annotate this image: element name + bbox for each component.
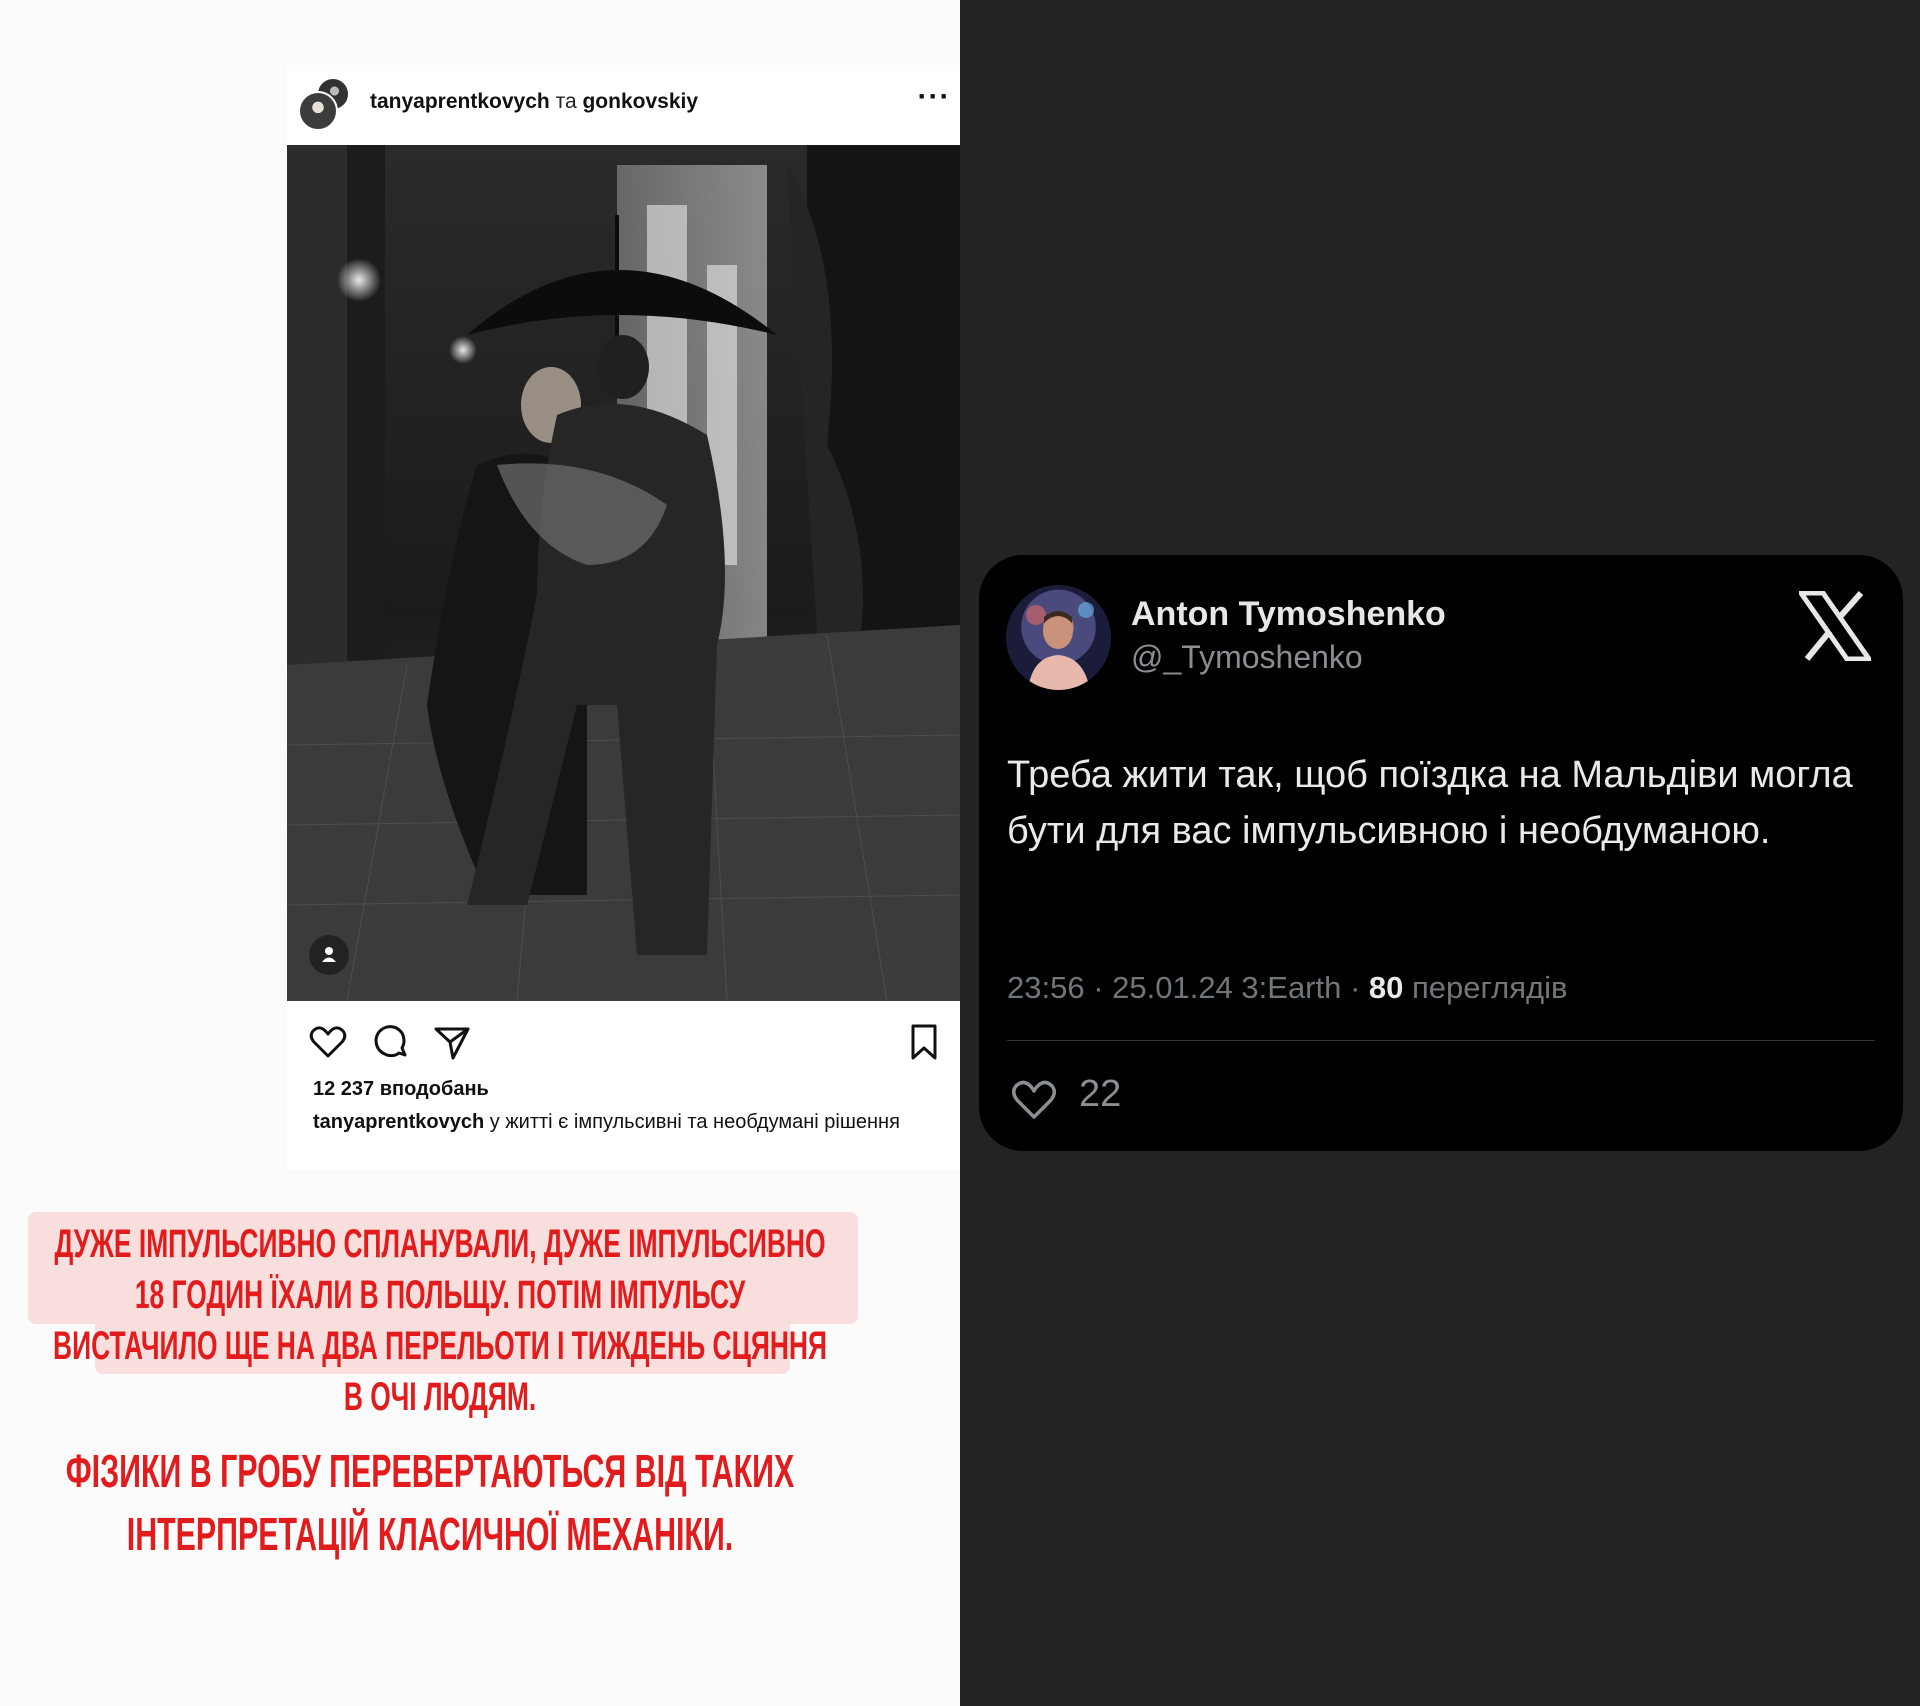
tweet-timestamp[interactable]: 23:56 · 25.01.24 3:Earth · bbox=[1007, 970, 1369, 1005]
collab-avatars[interactable] bbox=[298, 77, 354, 133]
person-tag-icon[interactable] bbox=[309, 935, 349, 975]
comment-icon[interactable] bbox=[369, 1021, 411, 1063]
bookmark-icon[interactable] bbox=[903, 1021, 945, 1063]
caption-text: у житті є імпульсивні та необдумані ріше… bbox=[484, 1111, 900, 1133]
views-count: 80 bbox=[1368, 970, 1404, 1005]
heart-icon[interactable] bbox=[307, 1021, 349, 1063]
instagram-post: tanyaprentkovych та gonkovskiy ··· 12 23… bbox=[287, 65, 960, 1170]
x-logo-icon[interactable] bbox=[1796, 590, 1874, 662]
tweet-card[interactable]: Anton Tymoshenko @_Tymoshenko Треба жити… bbox=[979, 555, 1903, 1151]
author-link-2[interactable]: gonkovskiy bbox=[582, 90, 698, 113]
story-panel: tanyaprentkovych та gonkovskiy ··· 12 23… bbox=[0, 0, 960, 1706]
couple-umbrella-photo bbox=[287, 145, 960, 1001]
avatar[interactable] bbox=[1006, 585, 1111, 690]
tweet-text: Треба жити так, щоб поїздка на Мальдіви … bbox=[1007, 754, 1853, 852]
like-heart-icon[interactable] bbox=[1009, 1075, 1059, 1125]
post-actions bbox=[287, 1001, 960, 1081]
author-handle[interactable]: @_Tymoshenko bbox=[1131, 639, 1363, 676]
story-comment-2: фізики в гробу перевертаються від таких … bbox=[65, 1445, 795, 1560]
author-conjunction: та bbox=[555, 90, 577, 113]
post-header: tanyaprentkovych та gonkovskiy ··· bbox=[287, 65, 960, 145]
views-label: переглядів bbox=[1403, 970, 1568, 1005]
post-authors: tanyaprentkovych та gonkovskiy bbox=[370, 90, 698, 114]
divider bbox=[1007, 1040, 1875, 1041]
more-dots-icon[interactable]: ··· bbox=[916, 82, 952, 119]
tweet-meta: 23:56 · 25.01.24 3:Earth · 80 переглядів bbox=[1007, 970, 1567, 1006]
like-count: 22 bbox=[1079, 1073, 1122, 1115]
author-name[interactable]: Anton Tymoshenko bbox=[1131, 595, 1446, 634]
share-icon[interactable] bbox=[431, 1021, 473, 1063]
story-comment-1: дуже імпульсивно спланували, дуже імпуль… bbox=[53, 1222, 827, 1419]
post-caption: tanyaprentkovych у житті є імпульсивні т… bbox=[313, 1109, 943, 1136]
likes-count[interactable]: 12 237 вподобань bbox=[313, 1078, 489, 1101]
avatar-tanyaprentkovych[interactable] bbox=[298, 91, 338, 131]
caption-username[interactable]: tanyaprentkovych bbox=[313, 1111, 484, 1133]
author-link-1[interactable]: tanyaprentkovych bbox=[370, 90, 550, 113]
post-photo[interactable] bbox=[287, 145, 960, 1001]
